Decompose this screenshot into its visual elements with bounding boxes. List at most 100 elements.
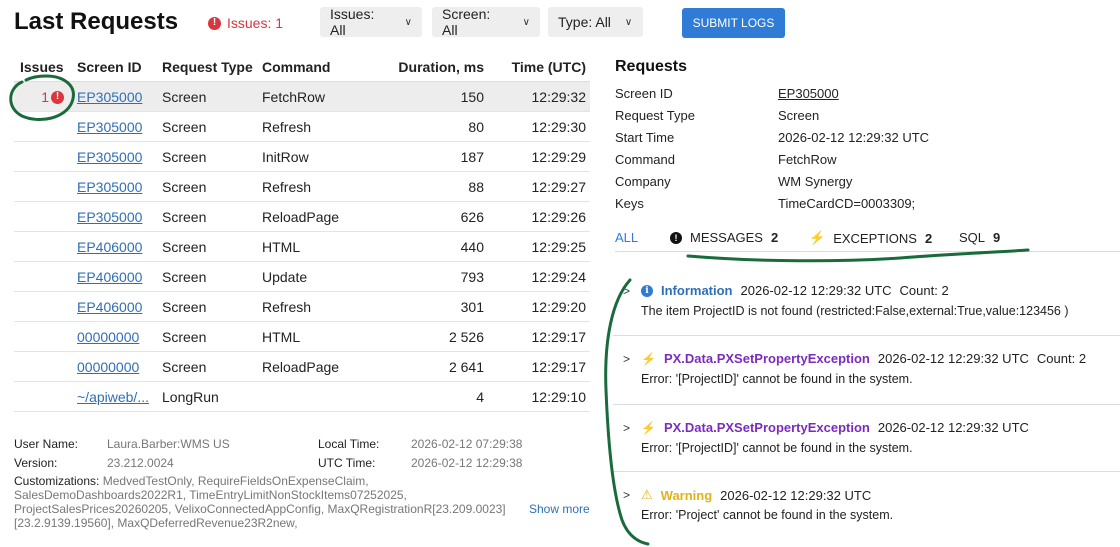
col-request-type[interactable]: Request Type [162, 52, 257, 82]
cell-command: HTML [262, 239, 301, 255]
customizations: Customizations: MedvedTestOnly, RequireF… [14, 474, 534, 530]
table-row[interactable]: EP305000 Screen ReloadPage 626 12:29:26 [14, 202, 590, 232]
cell-request-type: Screen [162, 209, 207, 225]
entry-time: 2026-02-12 12:29:32 UTC [720, 487, 872, 503]
table-row[interactable]: 00000000 Screen ReloadPage 2 641 12:29:17 [14, 352, 590, 382]
local-time-value: 2026-02-12 07:29:38 [411, 437, 523, 451]
cell-screen-id[interactable]: EP406000 [77, 232, 157, 262]
cell-command: Refresh [262, 299, 312, 315]
user-name-label: User Name: [14, 437, 79, 451]
entry-message: The item ProjectID is not found (restric… [641, 304, 1069, 318]
cell-screen-id[interactable]: EP305000 [77, 82, 157, 112]
cell-request-type: Screen [162, 329, 207, 345]
screen-filter-dropdown[interactable]: Screen: All ∨ [432, 6, 540, 38]
cell-time: 12:29:30 [531, 119, 587, 135]
chevron-down-icon: ∨ [624, 16, 633, 28]
cell-screen-id[interactable]: EP305000 [77, 172, 157, 202]
detail-key: Screen ID [615, 86, 673, 101]
submit-logs-button[interactable]: SUBMIT LOGS [682, 8, 785, 38]
cell-duration: 440 [460, 239, 484, 255]
issues-badge[interactable]: ! Issues: 1 [208, 15, 283, 31]
cell-issues: 1! [20, 82, 68, 112]
cell-time: 12:29:20 [531, 299, 587, 315]
cell-time: 12:29:25 [531, 239, 587, 255]
entry-time: 2026-02-12 12:29:32 UTC [740, 283, 892, 298]
cell-screen-id[interactable]: EP305000 [77, 112, 157, 142]
tab-messages-label: MESSAGES [690, 230, 763, 245]
entry-level: Information [661, 283, 733, 298]
issues-count-label: Issues: 1 [227, 15, 284, 31]
cell-screen-id[interactable]: 00000000 [77, 322, 157, 352]
version-value: 23.212.0024 [107, 456, 174, 470]
tab-messages-count: 2 [770, 230, 779, 245]
cell-screen-id[interactable]: EP406000 [77, 262, 157, 292]
warning-icon: ⚠ [641, 487, 653, 502]
cell-time: 12:29:10 [531, 389, 587, 405]
table-row[interactable]: 1! EP305000 Screen FetchRow 150 12:29:32 [14, 82, 590, 112]
tab-all[interactable]: ALL [615, 230, 638, 245]
table-row[interactable]: EP305000 Screen Refresh 80 12:29:30 [14, 112, 590, 142]
user-name-value: Laura.Barber:WMS US [107, 437, 230, 451]
col-issues[interactable]: Issues [20, 52, 68, 82]
col-time[interactable]: Time (UTC) [506, 52, 586, 82]
cell-duration: 2 641 [448, 359, 484, 375]
cell-screen-id[interactable]: EP406000 [77, 292, 157, 322]
cell-request-type: Screen [162, 269, 207, 285]
bolt-icon: ⚡ [641, 420, 656, 435]
table-row[interactable]: EP406000 Screen HTML 440 12:29:25 [14, 232, 590, 262]
tab-exceptions-count: 2 [924, 230, 933, 246]
chevron-right-icon[interactable]: > [623, 488, 630, 502]
chevron-down-icon: ∨ [522, 16, 530, 28]
show-more-link[interactable]: Show more [529, 502, 590, 516]
table-row[interactable]: EP305000 Screen Refresh 88 12:29:27 [14, 172, 590, 202]
table-row[interactable]: ~/apiweb/... LongRun 4 12:29:10 [14, 382, 590, 412]
tab-messages[interactable]: ! MESSAGES 2 [670, 230, 778, 245]
cell-request-type: LongRun [162, 389, 219, 405]
cell-screen-id[interactable]: EP305000 [77, 142, 157, 172]
utc-time-label: UTC Time: [318, 456, 376, 470]
chevron-right-icon[interactable]: > [623, 352, 630, 366]
detail-value[interactable]: EP305000 [778, 86, 839, 101]
cell-command: InitRow [262, 149, 309, 165]
cell-time: 12:29:29 [531, 149, 587, 165]
table-row[interactable]: 00000000 Screen HTML 2 526 12:29:17 [14, 322, 590, 352]
type-filter-dropdown[interactable]: Type: All ∨ [548, 7, 643, 37]
cell-request-type: Screen [162, 239, 207, 255]
cell-request-type: Screen [162, 149, 207, 165]
col-duration[interactable]: Duration, ms [384, 52, 484, 82]
detail-key: Keys [615, 196, 644, 211]
log-entry[interactable]: > ⚡ PX.Data.PXSetPropertyException 2026-… [613, 336, 1120, 405]
table-row[interactable]: EP406000 Screen Refresh 301 12:29:20 [14, 292, 590, 322]
cell-request-type: Screen [162, 89, 207, 105]
log-entry[interactable]: > i Information 2026-02-12 12:29:32 UTC … [613, 268, 1120, 336]
tab-exceptions-label: EXCEPTIONS [833, 230, 917, 246]
cell-screen-id[interactable]: EP305000 [77, 202, 157, 232]
table-row[interactable]: EP406000 Screen Update 793 12:29:24 [14, 262, 590, 292]
cell-screen-id[interactable]: ~/apiweb/... [77, 382, 157, 412]
log-entry[interactable]: > ⚠ Warning 2026-02-12 12:29:32 UTC Erro… [613, 472, 1120, 540]
tab-exceptions[interactable]: ⚡ EXCEPTIONS 2 [809, 230, 932, 246]
issue-count: 1 [41, 89, 49, 105]
cell-duration: 4 [476, 389, 484, 405]
chevron-right-icon[interactable]: > [623, 421, 630, 435]
log-entry[interactable]: > ⚡ PX.Data.PXSetPropertyException 2026-… [613, 405, 1120, 472]
table-row[interactable]: EP305000 Screen InitRow 187 12:29:29 [14, 142, 590, 172]
screen-filter-label: Screen: All [442, 6, 491, 38]
issues-filter-dropdown[interactable]: Issues: All ∨ [320, 6, 422, 38]
local-time-label: Local Time: [318, 437, 380, 451]
col-screen-id[interactable]: Screen ID [77, 52, 157, 82]
chevron-right-icon[interactable]: > [623, 284, 630, 298]
cell-request-type: Screen [162, 299, 207, 315]
requests-table: Issues Screen ID Request Type Command Du… [14, 52, 590, 412]
detail-key: Start Time [615, 130, 675, 145]
col-command[interactable]: Command [262, 52, 392, 82]
error-icon: ! [208, 16, 221, 30]
cell-command: ReloadPage [262, 359, 340, 375]
tab-sql[interactable]: SQL 9 [959, 230, 1000, 245]
cell-request-type: Screen [162, 119, 207, 135]
cell-duration: 301 [460, 299, 484, 315]
detail-key: Company [615, 174, 671, 189]
cell-screen-id[interactable]: 00000000 [77, 352, 157, 382]
cell-time: 12:29:32 [531, 89, 587, 105]
cell-duration: 626 [460, 209, 484, 225]
